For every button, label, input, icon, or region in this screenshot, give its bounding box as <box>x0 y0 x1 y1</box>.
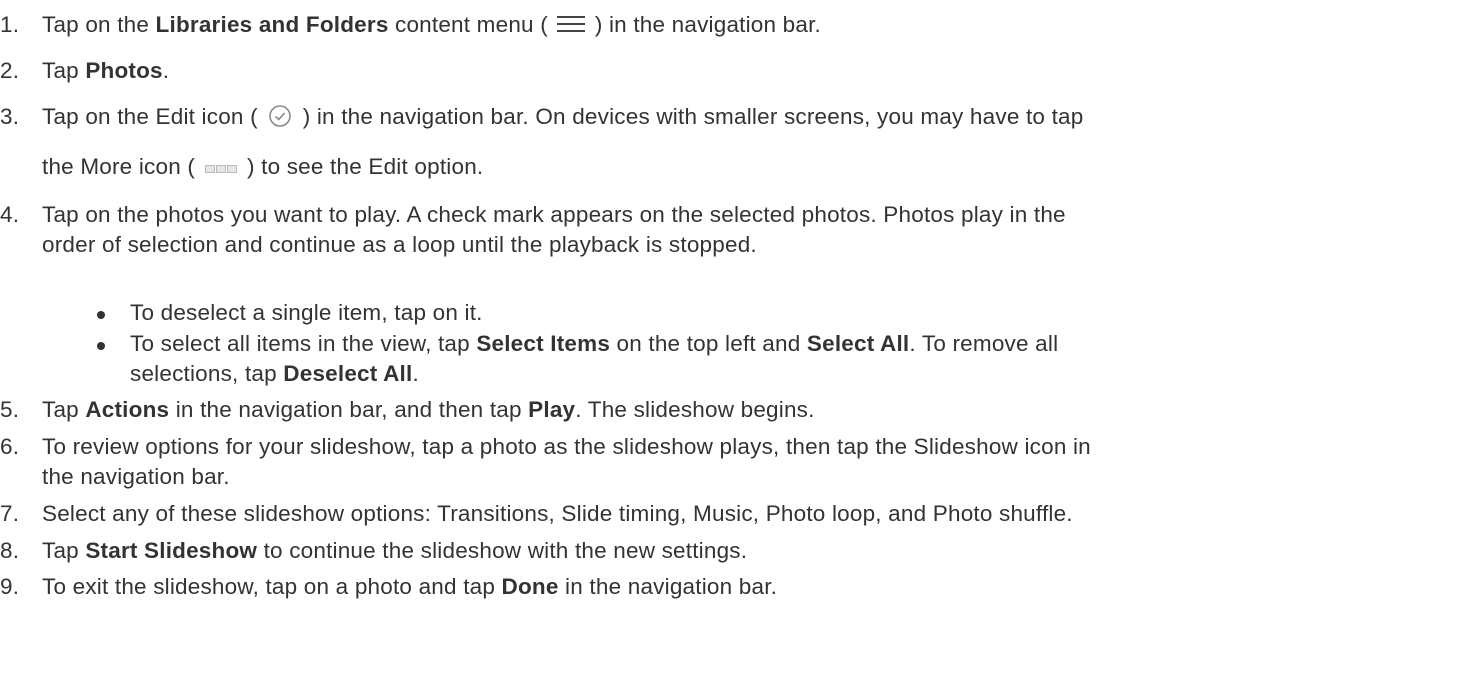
check-circle-icon <box>269 105 292 127</box>
menu-name: Libraries and Folders <box>155 12 389 37</box>
step-number: 5. <box>0 397 20 422</box>
bullet-icon <box>97 342 105 350</box>
step-number: 4. <box>0 202 20 227</box>
bullet-icon <box>97 311 105 319</box>
step-number: 1. <box>0 12 20 37</box>
step-number: 6. <box>0 434 20 459</box>
step-number: 3. <box>0 104 20 129</box>
step-number: 9. <box>0 574 20 599</box>
step-number: 2. <box>0 58 20 83</box>
hamburger-menu-icon <box>557 15 586 33</box>
step-number: 8. <box>0 538 20 563</box>
more-dots-icon <box>204 153 238 179</box>
step-number: 7. <box>0 501 20 526</box>
